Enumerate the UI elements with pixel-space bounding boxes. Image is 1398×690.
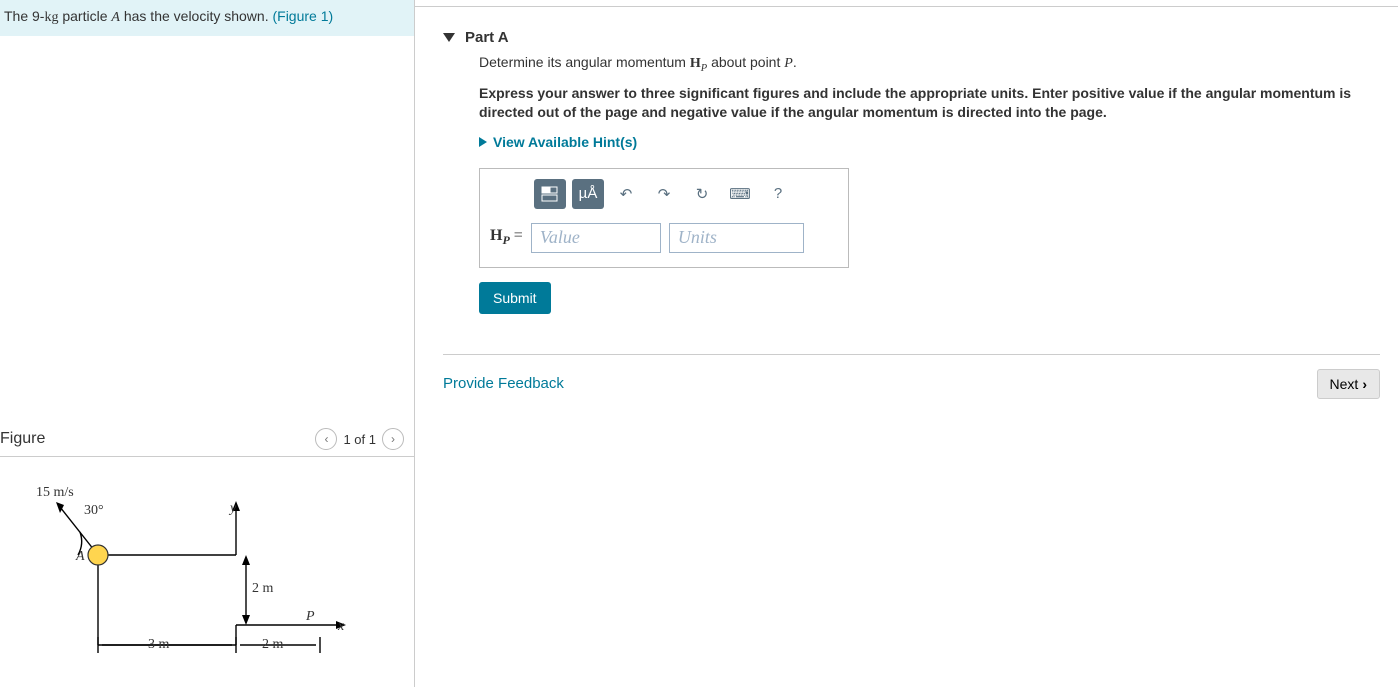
units-button[interactable]: µÅ	[572, 179, 604, 209]
caret-right-icon	[479, 137, 487, 147]
reset-icon: ↻	[696, 185, 709, 203]
chevron-right-icon: ›	[1362, 376, 1367, 392]
question-mid: about point	[707, 54, 784, 70]
template-button[interactable]	[534, 179, 566, 209]
hints-label: View Available Hint(s)	[493, 134, 637, 150]
provide-feedback-link[interactable]: Provide Feedback	[443, 375, 564, 392]
submit-button[interactable]: Submit	[479, 282, 551, 314]
problem-unit: kg	[44, 10, 58, 25]
value-input[interactable]	[531, 223, 661, 253]
figure-link[interactable]: (Figure 1)	[272, 8, 333, 24]
units-input[interactable]	[669, 223, 804, 253]
reset-button[interactable]: ↻	[686, 179, 718, 209]
problem-text-2: particle	[58, 8, 111, 24]
view-hints-link[interactable]: View Available Hint(s)	[479, 134, 1363, 150]
part-header[interactable]: Part A	[443, 17, 1380, 54]
question-end: .	[793, 54, 797, 70]
problem-var-a: A	[111, 10, 120, 25]
undo-button[interactable]: ↶	[610, 179, 642, 209]
figure-label-x: x	[338, 619, 344, 635]
next-button[interactable]: Next ›	[1317, 369, 1380, 399]
redo-button[interactable]: ↷	[648, 179, 680, 209]
figure-title: Figure	[0, 430, 45, 448]
next-label: Next	[1330, 376, 1359, 392]
redo-icon: ↷	[658, 185, 671, 203]
figure-label-P: P	[306, 609, 315, 625]
figure-diagram: 15 m/s 30° A y 2 m P x 3 m 2 m	[30, 477, 360, 687]
keyboard-icon: ⌨	[729, 185, 751, 203]
problem-text-3: has the velocity shown.	[120, 8, 273, 24]
footer-row: Provide Feedback Next ›	[443, 354, 1380, 399]
problem-text-1: The 9-	[4, 8, 44, 24]
figure-label-angle: 30°	[84, 503, 104, 519]
keyboard-button[interactable]: ⌨	[724, 179, 756, 209]
caret-down-icon	[443, 33, 455, 42]
figure-panel: Figure ‹ 1 of 1 ›	[0, 420, 414, 687]
figure-label-2m-horiz: 2 m	[262, 637, 283, 653]
figure-label-y: y	[230, 501, 236, 517]
problem-statement: The 9-kg particle A has the velocity sho…	[0, 0, 414, 36]
figure-next-button[interactable]: ›	[382, 428, 404, 450]
sym-H: H	[690, 56, 701, 71]
figure-label-2m-vert: 2 m	[252, 581, 273, 597]
undo-icon: ↶	[620, 185, 633, 203]
answer-row: HP =	[480, 219, 848, 267]
part-title: Part A	[465, 29, 509, 46]
figure-label-3m: 3 m	[148, 637, 169, 653]
answer-toolbar: µÅ ↶ ↷ ↻ ⌨ ?	[480, 169, 848, 219]
figure-prev-button[interactable]: ‹	[315, 428, 337, 450]
figure-pager-text: 1 of 1	[343, 432, 376, 447]
figure-body: 15 m/s 30° A y 2 m P x 3 m 2 m	[0, 457, 414, 687]
answer-box: µÅ ↶ ↷ ↻ ⌨ ? HP =	[479, 168, 849, 268]
sym-P: P	[784, 56, 793, 71]
question-text: Determine its angular momentum H P about …	[479, 54, 1363, 74]
help-button[interactable]: ?	[762, 179, 794, 209]
question-prefix: Determine its angular momentum	[479, 54, 690, 70]
right-column: Part A Determine its angular momentum HP…	[415, 0, 1398, 687]
figure-header: Figure ‹ 1 of 1 ›	[0, 426, 414, 457]
figure-pager: ‹ 1 of 1 ›	[315, 428, 404, 450]
answer-lhs: HP =	[490, 227, 523, 248]
answer-instructions: Express your answer to three significant…	[479, 84, 1363, 122]
figure-label-A: A	[76, 549, 85, 565]
figure-label-speed: 15 m/s	[36, 485, 74, 501]
left-column: The 9-kg particle A has the velocity sho…	[0, 0, 415, 687]
